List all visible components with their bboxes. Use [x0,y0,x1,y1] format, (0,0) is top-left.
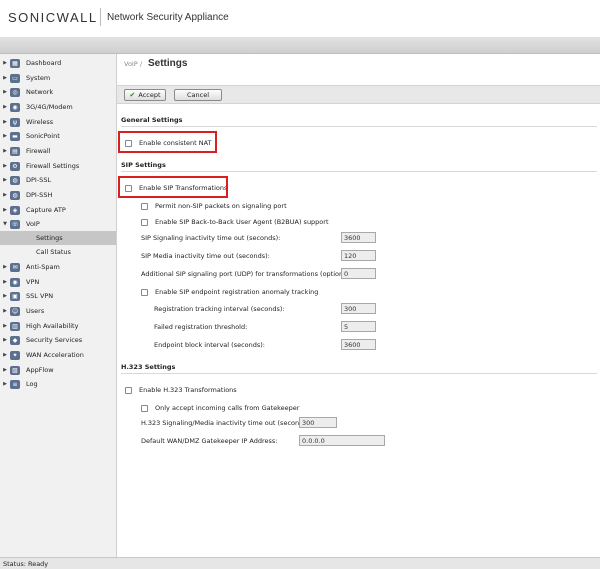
h323-transformations-row: Enable H.323 Transformations [125,386,237,394]
sidebar-item-appflow[interactable]: ▶ ▧ AppFlow [0,363,117,377]
sidebar-item-system[interactable]: ▶ ▭ System [0,71,117,85]
highlight-box-nat [118,131,217,153]
action-bar: ✔ Accept Cancel [117,85,600,104]
reg-interval-input[interactable]: 300 [341,303,376,314]
sidebar-item-wan-acceleration[interactable]: ▶ ✦ WAN Acceleration [0,348,117,362]
section-divider [121,171,597,172]
sonicpoint-icon: ▬ [10,131,20,141]
only-gatekeeper-checkbox[interactable] [141,404,148,412]
sidebar-item-users[interactable]: ▶ ☺ Users [0,304,117,318]
sidebar-item-firewall[interactable]: ▶ ▤ Firewall [0,144,117,158]
sidebar-item-voip[interactable]: ▼ ☏ VoIP [0,217,117,231]
breadcrumb[interactable]: VoIP / [124,60,142,68]
media-timeout-label: SIP Media inactivity time out (seconds): [141,252,270,260]
only-gatekeeper-row: Only accept incoming calls from Gatekeep… [141,404,299,412]
top-toolbar [0,37,600,54]
failed-threshold-label: Failed registration threshold: [154,323,248,331]
general-settings-heading: General Settings [121,116,183,124]
sidebar-item-dashboard[interactable]: ▶ ▦ Dashboard [0,56,117,70]
block-interval-input[interactable]: 3600 [341,339,376,350]
firewall-settings-icon: ⚙ [10,161,20,171]
log-icon: ≡ [10,379,20,389]
high-availability-icon: ▥ [10,321,20,331]
sidebar-item-modem[interactable]: ▶ ◉ 3G/4G/Modem [0,100,117,114]
cancel-button[interactable]: Cancel [174,89,222,101]
checkmark-icon: ✔ [129,91,136,99]
failed-threshold-input[interactable]: 5 [341,321,376,332]
dpi-ssh-icon: ◍ [10,190,20,200]
additional-port-label: Additional SIP signaling port (UDP) for … [141,270,354,278]
sidebar-item-security-services[interactable]: ▶ ◆ Security Services [0,333,117,347]
h323-transformations-checkbox[interactable] [125,386,132,394]
system-icon: ▭ [10,73,20,83]
network-icon: ◎ [10,87,20,97]
status-bar: Status: Ready [0,557,600,569]
wan-acceleration-icon: ✦ [10,350,20,360]
sidebar-item-anti-spam[interactable]: ▶ ✉ Anti-Spam [0,260,117,274]
permit-non-sip-row: Permit non-SIP packets on signaling port [141,202,287,210]
b2bua-row: Enable SIP Back-to-Back User Agent (B2BU… [141,218,329,226]
h323-timeout-label: H.323 Signaling/Media inactivity time ou… [141,419,312,427]
vpn-icon: ◉ [10,277,20,287]
app-title: Network Security Appliance [107,12,229,23]
sidebar-item-dpi-ssh[interactable]: ▶ ◍ DPI-SSH [0,188,117,202]
sidebar-item-vpn[interactable]: ▶ ◉ VPN [0,275,117,289]
users-icon: ☺ [10,306,20,316]
reg-interval-label: Registration tracking interval (seconds)… [154,305,285,313]
gatekeeper-ip-input[interactable]: 0.0.0.0 [299,435,385,446]
h323-timeout-input[interactable]: 300 [299,417,337,428]
sidebar-item-ssl-vpn[interactable]: ▶ ▣ SSL VPN [0,289,117,303]
sip-settings-heading: SIP Settings [121,161,166,169]
voip-icon: ☏ [10,219,20,229]
b2bua-checkbox[interactable] [141,218,148,226]
wireless-icon: ψ [10,117,20,127]
security-services-icon: ◆ [10,335,20,345]
capture-atp-icon: ◈ [10,205,20,215]
ssl-vpn-icon: ▣ [10,291,20,301]
sidebar: ▶ ▦ Dashboard ▶ ▭ System ▶ ◎ Network ▶ ◉ 3G/4G/M… [0,54,117,557]
section-divider [121,126,597,127]
accept-button[interactable]: ✔ Accept [124,89,166,101]
appflow-icon: ▧ [10,365,20,375]
anti-spam-icon: ✉ [10,262,20,272]
dpi-ssl-icon: ◍ [10,175,20,185]
gatekeeper-ip-label: Default WAN/DMZ Gatekeeper IP Address: [141,437,278,445]
signaling-timeout-label: SIP Signaling inactivity time out (secon… [141,234,281,242]
anomaly-tracking-checkbox[interactable] [141,288,148,296]
page-title: Settings [148,58,188,69]
sidebar-item-wireless[interactable]: ▶ ψ Wireless [0,115,117,129]
main-panel: VoIP / Settings ✔ Accept Cancel General S… [117,54,600,557]
dashboard-icon: ▦ [10,58,20,68]
h323-settings-heading: H.323 Settings [121,363,176,371]
sidebar-item-network[interactable]: ▶ ◎ Network [0,85,117,99]
block-interval-label: Endpoint block interval (seconds): [154,341,265,349]
firewall-icon: ▤ [10,146,20,156]
modem-icon: ◉ [10,102,20,112]
sidebar-item-dpi-ssl[interactable]: ▶ ◍ DPI-SSL [0,173,117,187]
sidebar-item-sonicpoint[interactable]: ▶ ▬ SonicPoint [0,129,117,143]
signaling-timeout-input[interactable]: 3600 [341,232,376,243]
anomaly-tracking-row: Enable SIP endpoint registration anomaly… [141,288,318,296]
permit-non-sip-checkbox[interactable] [141,202,148,210]
sonicwall-logo: SONICWALL [8,10,98,25]
header-divider [100,8,101,26]
additional-port-input[interactable]: 0 [341,268,376,279]
sidebar-item-firewall-settings[interactable]: ▶ ⚙ Firewall Settings [0,159,117,173]
highlight-box-sip [118,176,228,198]
sidebar-subitem-settings[interactable]: Settings [0,231,116,245]
app-header: SONICWALL Network Security Appliance [0,0,600,37]
sidebar-item-high-availability[interactable]: ▶ ▥ High Availability [0,319,117,333]
media-timeout-input[interactable]: 120 [341,250,376,261]
sidebar-subitem-call-status[interactable]: Call Status [0,245,116,259]
section-divider [121,373,597,374]
sidebar-item-capture-atp[interactable]: ▶ ◈ Capture ATP [0,203,117,217]
sidebar-item-log[interactable]: ▶ ≡ Log [0,377,117,391]
